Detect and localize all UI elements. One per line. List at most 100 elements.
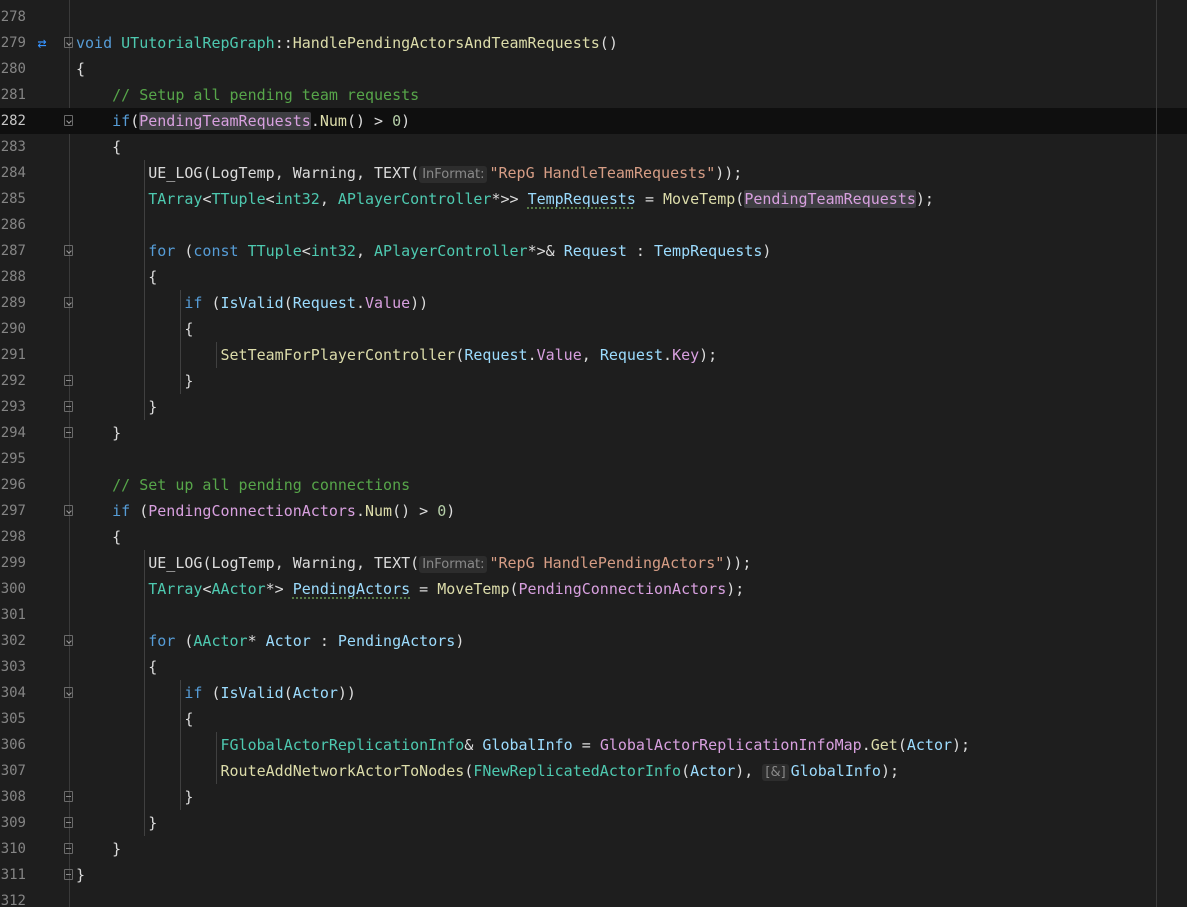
code-line[interactable]: 302 for (AActor* Actor : PendingActors) bbox=[0, 628, 1187, 654]
code-text[interactable]: for (AActor* Actor : PendingActors) bbox=[76, 628, 464, 654]
code-line[interactable]: 297 if (PendingConnectionActors.Num() > … bbox=[0, 498, 1187, 524]
region-end-icon bbox=[64, 791, 73, 802]
code-text[interactable]: SetTeamForPlayerController(Request.Value… bbox=[76, 342, 718, 368]
code-line[interactable]: 285 TArray<TTuple<int32, APlayerControll… bbox=[0, 186, 1187, 212]
code-line[interactable]: 310 } bbox=[0, 836, 1187, 862]
code-text[interactable]: } bbox=[76, 368, 193, 394]
collapse-region-icon[interactable] bbox=[64, 37, 73, 48]
code-token: { bbox=[76, 528, 122, 546]
code-text[interactable]: // Setup all pending team requests bbox=[76, 82, 419, 108]
code-text[interactable]: TArray<TTuple<int32, APlayerController*>… bbox=[76, 186, 934, 212]
code-line[interactable]: 294 } bbox=[0, 420, 1187, 446]
code-line[interactable]: 279 ⇄ void UTutorialRepGraph::HandlePendin… bbox=[0, 30, 1187, 56]
code-text[interactable]: { bbox=[76, 264, 157, 290]
code-text[interactable]: if (PendingConnectionActors.Num() > 0) bbox=[76, 498, 455, 524]
code-line[interactable]: 293 } bbox=[0, 394, 1187, 420]
code-line[interactable]: 286 bbox=[0, 212, 1187, 238]
code-line[interactable]: 289 if (IsValid(Request.Value)) bbox=[0, 290, 1187, 316]
code-line[interactable]: 312 bbox=[0, 888, 1187, 907]
code-token: 0 bbox=[437, 502, 447, 520]
code-text[interactable]: { bbox=[76, 134, 121, 160]
code-line[interactable]: 281 // Setup all pending team requests bbox=[0, 82, 1187, 108]
line-number: 280 bbox=[0, 61, 26, 77]
code-text[interactable]: FGlobalActorReplicationInfo& GlobalInfo … bbox=[76, 732, 971, 758]
code-text[interactable]: void UTutorialRepGraph::HandlePendingAct… bbox=[76, 30, 618, 56]
collapse-region-icon[interactable] bbox=[64, 245, 73, 256]
code-text[interactable]: { bbox=[76, 56, 85, 82]
code-token: IsValid bbox=[220, 684, 284, 702]
code-line[interactable]: 287 for (const TTuple<int32, APlayerCont… bbox=[0, 238, 1187, 264]
code-text[interactable]: UE_LOG(LogTemp, Warning, TEXT(InFormat: "… bbox=[76, 550, 751, 576]
code-line[interactable]: 304 if (IsValid(Actor)) bbox=[0, 680, 1187, 706]
code-text[interactable]: if(PendingTeamRequests.Num() > 0) bbox=[76, 108, 410, 134]
code-token: )) bbox=[410, 294, 429, 312]
collapse-region-icon[interactable] bbox=[64, 635, 73, 646]
code-text[interactable]: } bbox=[76, 394, 157, 420]
code-line[interactable]: 291 SetTeamForPlayerController(Request.V… bbox=[0, 342, 1187, 368]
code-text[interactable]: TArray<AActor*> PendingActors = MoveTemp… bbox=[76, 576, 744, 602]
collapse-region-icon[interactable] bbox=[64, 687, 73, 698]
code-token: ( bbox=[897, 736, 907, 754]
code-line[interactable]: 290 { bbox=[0, 316, 1187, 342]
code-text[interactable]: { bbox=[76, 706, 193, 732]
code-line[interactable]: 282 if(PendingTeamRequests.Num() > 0) bbox=[0, 108, 1187, 134]
method-link-icon[interactable]: ⇄ bbox=[34, 35, 50, 51]
code-token: TArray bbox=[148, 190, 203, 208]
code-token: GlobalInfo bbox=[482, 736, 573, 754]
code-text[interactable]: RouteAddNetworkActorToNodes (FNewReplicat… bbox=[76, 758, 899, 784]
line-number: 304 bbox=[0, 685, 26, 701]
code-token: Actor bbox=[690, 762, 736, 780]
code-text[interactable]: } bbox=[76, 784, 193, 810]
code-line[interactable]: 284 UE_LOG(LogTemp, Warning, TEXT(InForm… bbox=[0, 160, 1187, 186]
line-number: 302 bbox=[0, 633, 26, 649]
code-line[interactable]: 280 { bbox=[0, 56, 1187, 82]
code-line[interactable]: 303 { bbox=[0, 654, 1187, 680]
code-line[interactable]: 298 { bbox=[0, 524, 1187, 550]
code-text[interactable]: if (IsValid(Request.Value)) bbox=[76, 290, 428, 316]
code-token: AActor bbox=[211, 580, 266, 598]
code-line[interactable]: 308 } bbox=[0, 784, 1187, 810]
code-text[interactable]: if (IsValid(Actor)) bbox=[76, 680, 356, 706]
code-line[interactable]: 306 FGlobalActorReplicationInfo& GlobalI… bbox=[0, 732, 1187, 758]
code-line[interactable]: 300 TArray<AActor*> PendingActors = Move… bbox=[0, 576, 1187, 602]
code-line[interactable]: 301 bbox=[0, 602, 1187, 628]
code-text[interactable]: } bbox=[76, 810, 157, 836]
code-line[interactable]: 305 { bbox=[0, 706, 1187, 732]
code-line[interactable]: 307 RouteAddNetworkActorToNodes (FNewRepl… bbox=[0, 758, 1187, 784]
code-text[interactable]: { bbox=[76, 316, 193, 342]
code-line[interactable]: 278 bbox=[0, 4, 1187, 30]
code-text[interactable]: for (const TTuple<int32, APlayerControll… bbox=[76, 238, 771, 264]
code-line[interactable]: 292 } bbox=[0, 368, 1187, 394]
code-text[interactable]: } bbox=[76, 420, 121, 446]
code-line[interactable]: 296 // Set up all pending connections bbox=[0, 472, 1187, 498]
code-token: } bbox=[76, 372, 194, 390]
code-text[interactable]: // Set up all pending connections bbox=[76, 472, 410, 498]
code-line[interactable]: 309 } bbox=[0, 810, 1187, 836]
code-line[interactable]: 311} bbox=[0, 862, 1187, 888]
code-line[interactable]: 295 bbox=[0, 446, 1187, 472]
code-text[interactable]: } bbox=[76, 862, 85, 888]
code-token: ( bbox=[455, 346, 465, 364]
column-guide-line bbox=[1156, 0, 1157, 907]
code-token: for bbox=[148, 632, 176, 650]
code-token: () > bbox=[346, 112, 393, 130]
collapse-region-icon[interactable] bbox=[64, 297, 73, 308]
collapse-region-icon[interactable] bbox=[64, 505, 73, 516]
code-text[interactable]: UE_LOG(LogTemp, Warning, TEXT(InFormat: "… bbox=[76, 160, 742, 186]
code-line[interactable]: 283 { bbox=[0, 134, 1187, 160]
code-token: TEXT bbox=[374, 554, 411, 572]
code-text[interactable]: { bbox=[76, 524, 121, 550]
code-token: ) bbox=[455, 632, 465, 650]
code-token: ( bbox=[202, 294, 221, 312]
collapse-region-icon[interactable] bbox=[64, 115, 73, 126]
code-line[interactable]: 288 { bbox=[0, 264, 1187, 290]
code-text[interactable]: { bbox=[76, 654, 157, 680]
code-token: } bbox=[76, 866, 86, 884]
code-token: { bbox=[76, 60, 86, 78]
code-token: *>& bbox=[527, 242, 564, 260]
code-line[interactable]: 299 UE_LOG(LogTemp, Warning, TEXT(InForm… bbox=[0, 550, 1187, 576]
code-token: TEXT bbox=[374, 164, 411, 182]
code-text[interactable]: } bbox=[76, 836, 121, 862]
code-editor[interactable]: 278 279 ⇄ void UTutorialRepGraph::HandlePen… bbox=[0, 0, 1187, 907]
